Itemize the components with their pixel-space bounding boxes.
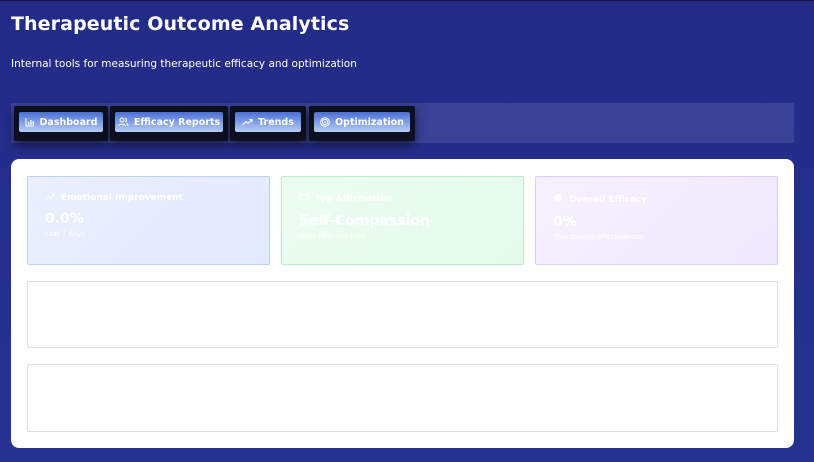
tab-dashboard-label: Dashboard <box>39 116 98 128</box>
trending-up-icon <box>45 193 55 203</box>
bar-chart-icon <box>25 117 35 127</box>
tab-trends[interactable]: Trends <box>230 106 306 141</box>
heart-icon <box>299 193 309 205</box>
stat-value: 0% <box>553 214 577 230</box>
stat-note: Last 7 days <box>45 230 86 238</box>
stat-note: Therapeutic effectiveness <box>553 233 644 241</box>
dashboard-panel: Emotional Improvement 0.0% Last 7 days T… <box>11 159 794 448</box>
details-container <box>27 364 778 432</box>
stat-label: Top Affirmation <box>315 194 393 204</box>
analytics-page: Therapeutic Outcome Analytics Internal t… <box>0 0 814 462</box>
stat-note: Most effective type <box>299 232 367 240</box>
tab-trends-label: Trends <box>258 116 294 128</box>
stat-label: Overall Efficacy <box>569 194 648 205</box>
tab-efficacy-reports[interactable]: Efficacy Reports <box>110 106 228 141</box>
stat-value: Self-Compassion <box>299 213 431 229</box>
page-title: Therapeutic Outcome Analytics <box>11 13 350 35</box>
tab-dashboard[interactable]: Dashboard <box>14 106 108 141</box>
target-icon <box>320 117 330 127</box>
page-subtitle: Internal tools for measuring therapeutic… <box>11 58 357 70</box>
stat-label: Emotional Improvement <box>61 193 183 203</box>
stat-card-emotional-improvement: Emotional Improvement 0.0% Last 7 days <box>27 176 270 265</box>
brain-icon <box>553 193 563 206</box>
tab-efficacy-reports-label: Efficacy Reports <box>133 116 221 128</box>
trending-up-icon <box>242 118 253 126</box>
stat-card-overall-efficacy: Overall Efficacy 0% Therapeutic effectiv… <box>535 176 778 265</box>
tab-bar: Dashboard Efficacy Reports Trends Optimi… <box>11 103 794 143</box>
chart-container <box>27 281 778 348</box>
stat-card-top-affirmation: Top Affirmation Self-Compassion Most eff… <box>281 176 524 265</box>
users-icon <box>118 117 129 127</box>
tab-optimization[interactable]: Optimization <box>309 106 415 141</box>
tab-optimization-label: Optimization <box>335 116 404 128</box>
stat-value: 0.0% <box>45 211 84 227</box>
